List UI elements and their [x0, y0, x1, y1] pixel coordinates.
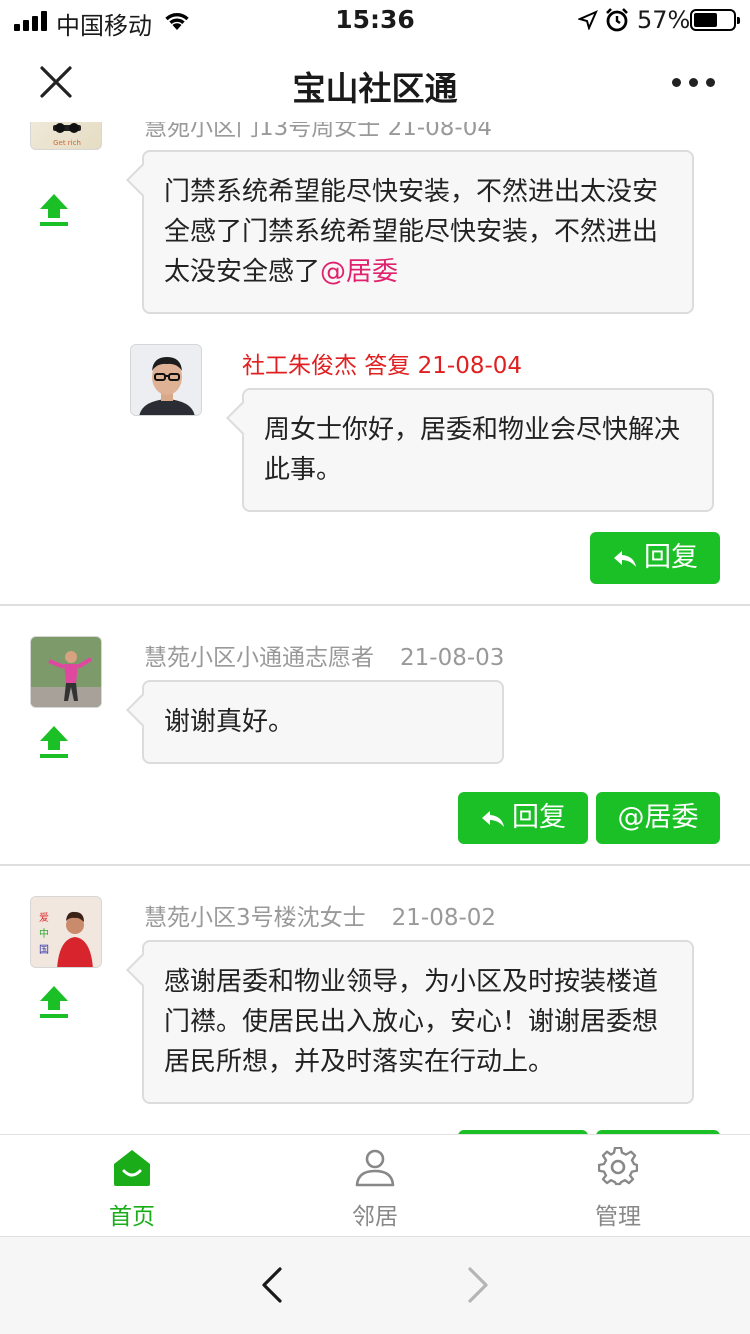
- svg-text:中: 中: [39, 927, 49, 940]
- gear-icon: [598, 1147, 638, 1186]
- battery-percent: 57%: [637, 6, 691, 34]
- reply-meta: 社工朱俊杰 答复 21-08-04: [242, 353, 523, 379]
- status-bar: 中国移动 15:36 57%: [0, 0, 750, 42]
- alarm-icon: [606, 8, 628, 32]
- back-arrow-icon[interactable]: [258, 1267, 288, 1303]
- svg-text:Get rich: Get rich: [53, 139, 81, 147]
- reply-button[interactable]: 回复: [458, 792, 588, 844]
- more-options-icon[interactable]: [672, 78, 716, 88]
- page-title: 宝山社区通: [292, 69, 458, 108]
- person-icon: [355, 1149, 395, 1187]
- reply-button-label: 回复: [512, 802, 566, 833]
- message-text: 门禁系统希望能尽快安装，不然进出太没安全感了门禁系统希望能尽快安装，不然进出太没…: [164, 177, 659, 287]
- message-bubble: 感谢居委和物业领导，为小区及时按装楼道门襟。使居民出入放心，安心！谢谢居委想居民…: [142, 940, 694, 1104]
- avatar[interactable]: 爱 中 国: [30, 896, 102, 968]
- reply-bubble: 周女士你好，居委和物业会尽快解决此事。: [242, 388, 714, 512]
- post-divider: [0, 604, 750, 606]
- post-divider: [0, 864, 750, 866]
- mention-committee-button[interactable]: @居委: [596, 792, 720, 844]
- reply-icon: [614, 551, 636, 567]
- reply-button[interactable]: 回复: [590, 532, 720, 584]
- svg-text:爱: 爱: [39, 911, 49, 924]
- upvote-arrow-icon[interactable]: [39, 192, 69, 226]
- bottom-tab-bar: 首页 邻居 管理: [0, 1134, 750, 1236]
- post-meta: 慧苑小区3号楼沈女士 21-08-02: [144, 898, 496, 932]
- browser-toolbar: [0, 1236, 750, 1334]
- message-bubble: 门禁系统希望能尽快安装，不然进出太没安全感了门禁系统希望能尽快安装，不然进出太没…: [142, 150, 694, 314]
- forward-arrow-icon[interactable]: [462, 1267, 492, 1303]
- tab-label: 邻居: [352, 1204, 398, 1230]
- location-arrow-icon: [578, 10, 598, 30]
- message-bubble: 谢谢真好。: [142, 680, 504, 764]
- avatar[interactable]: Get rich: [30, 122, 102, 150]
- reply-text: 周女士你好，居委和物业会尽快解决此事。: [264, 415, 681, 485]
- tab-label: 管理: [595, 1204, 641, 1230]
- reply-button-label: 回复: [644, 542, 698, 573]
- svg-text:国: 国: [39, 944, 49, 956]
- battery-icon: [690, 9, 740, 31]
- post-author: 慧苑小区小通通志愿者: [144, 645, 374, 671]
- post-date: 21-08-02: [391, 905, 497, 931]
- tab-home[interactable]: 首页: [62, 1135, 202, 1237]
- tab-neighbors[interactable]: 邻居: [305, 1135, 445, 1237]
- tab-label: 首页: [109, 1204, 155, 1230]
- home-icon: [114, 1150, 150, 1186]
- avatar[interactable]: [130, 344, 202, 416]
- reply-icon: [482, 811, 504, 827]
- upvote-arrow-icon[interactable]: [39, 724, 69, 758]
- tab-manage[interactable]: 管理: [548, 1135, 688, 1237]
- mention-button-label: @居委: [617, 802, 699, 833]
- avatar[interactable]: [30, 636, 102, 708]
- post-author: 慧苑小区3号楼沈女士: [144, 905, 366, 931]
- post-date: 21-08-03: [400, 645, 505, 671]
- message-text: 谢谢真好。: [164, 707, 295, 737]
- post-meta: 慧苑小区门13号周女士 21-08-04: [144, 122, 492, 141]
- message-text: 感谢居委和物业领导，为小区及时按装楼道门襟。使居民出入放心，安心！谢谢居委想居民…: [164, 967, 659, 1077]
- upvote-arrow-icon[interactable]: [39, 984, 69, 1018]
- post-meta: 慧苑小区小通通志愿者 21-08-03: [144, 638, 504, 672]
- nav-bar: 宝山社区通: [0, 42, 750, 122]
- message-list[interactable]: Get rich 慧苑小区门13号周女士 21-08-04 门禁系统希望能尽快安…: [0, 122, 750, 1134]
- mention-link[interactable]: @居委: [320, 257, 398, 287]
